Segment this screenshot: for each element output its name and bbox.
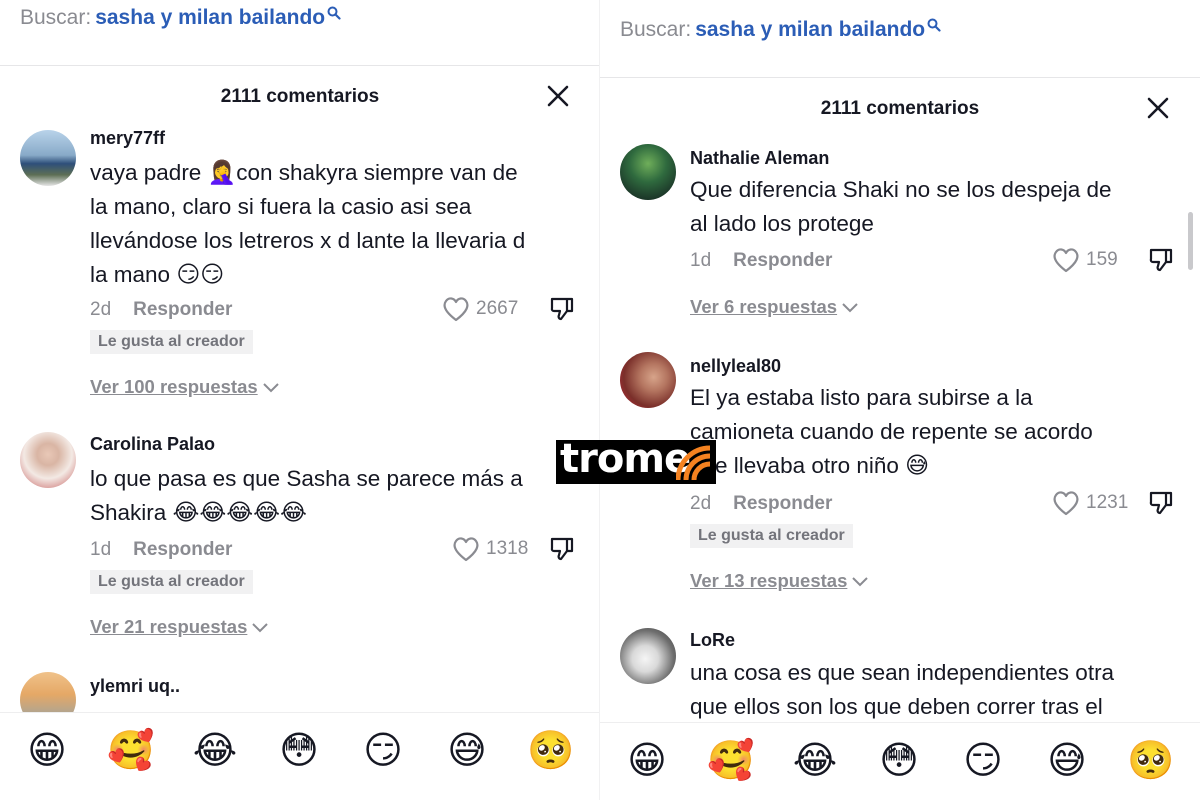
scrollbar[interactable]	[1188, 212, 1193, 270]
facepalm-emoji: 🤦‍♀️	[207, 159, 237, 185]
emoji-quick-bar: 😁 🥰 😂 😳 😏 😅 🥺	[0, 712, 600, 800]
emoji-sweat-smile[interactable]: 😅	[1041, 737, 1093, 785]
search-query[interactable]: sasha y milan bailando	[695, 18, 925, 41]
avatar[interactable]	[620, 628, 676, 684]
comment-text: lo que pasa es que Sasha se parece más a…	[90, 466, 523, 525]
comments-count: 2111 comentarios	[220, 86, 380, 107]
comment-text: Que diferencia Shaki no se los despeja d…	[690, 177, 1112, 236]
emoji-joy[interactable]: 😂	[789, 737, 841, 785]
search-query[interactable]: sasha y milan bailando	[95, 6, 325, 29]
comment-meta: 2d Responder	[90, 299, 232, 321]
reply-button[interactable]: Responder	[133, 539, 232, 560]
comment-time: 2d	[90, 299, 112, 320]
creator-liked-badge: Le gusta al creador	[690, 524, 853, 548]
like-count[interactable]: 1318	[452, 536, 528, 562]
comment-text: una cosa es que sean independientes otra…	[690, 660, 1115, 719]
avatar[interactable]	[620, 352, 676, 408]
search-icon[interactable]	[927, 18, 941, 32]
heart-icon[interactable]	[442, 296, 470, 322]
right-screenshot-pane: Buscar: sasha y milan bailando 2111 comen…	[600, 0, 1200, 800]
heart-icon[interactable]	[1052, 490, 1080, 516]
emoji-hearts[interactable]: 🥰	[105, 727, 157, 775]
emoji-grin[interactable]: 😁	[621, 737, 673, 785]
left-screenshot-pane: Buscar: sasha y milan bailando 2111 comen…	[0, 0, 600, 800]
dislike-icon[interactable]	[549, 296, 575, 322]
creator-liked-badge: Le gusta al creador	[90, 330, 253, 354]
reply-button[interactable]: Responder	[133, 299, 232, 320]
search-bar[interactable]: Buscar: sasha y milan bailando	[0, 0, 600, 66]
like-count[interactable]: 1231	[1052, 490, 1128, 516]
dislike-icon[interactable]	[1148, 490, 1174, 516]
chevron-down-icon	[852, 577, 869, 587]
search-bar[interactable]: Buscar: sasha y milan bailando	[600, 0, 1200, 78]
emoji-pleading[interactable]: 🥺	[1125, 737, 1177, 785]
comment-time: 2d	[690, 493, 712, 514]
emoji-grin[interactable]: 😁	[21, 727, 73, 775]
like-count[interactable]: 159	[1052, 247, 1118, 273]
comment-username[interactable]: Nathalie Aleman	[690, 148, 829, 169]
comments-count: 2111 comentarios	[820, 98, 980, 119]
emoji-sweat-smile[interactable]: 😅	[441, 727, 493, 775]
search-label: Buscar:	[620, 18, 692, 41]
laughing-emoji: 😂😂😂😂😂	[172, 499, 307, 525]
comment-meta: 2d Responder	[690, 493, 832, 515]
smirk-emoji: 😏😏	[176, 261, 225, 287]
like-count[interactable]: 2667	[442, 296, 518, 322]
close-icon[interactable]	[1146, 96, 1170, 120]
comments-header: 2111 comentarios	[600, 78, 1200, 138]
reply-button[interactable]: Responder	[733, 493, 832, 514]
comment-meta: 1d Responder	[690, 250, 832, 272]
trome-logo: trome	[556, 436, 716, 484]
chevron-down-icon	[842, 303, 858, 313]
comments-header: 2111 comentarios	[0, 66, 600, 126]
comment-username[interactable]: Carolina Palao	[90, 434, 215, 455]
view-replies-link[interactable]: Ver 100 respuestas	[90, 376, 280, 398]
comment-time: 1d	[90, 539, 112, 560]
avatar[interactable]	[20, 432, 76, 488]
emoji-hearts[interactable]: 🥰	[705, 737, 757, 785]
avatar[interactable]	[620, 144, 676, 200]
comment-username[interactable]: LoRe	[690, 630, 735, 651]
chevron-down-icon	[262, 383, 279, 393]
emoji-smirk[interactable]: 😏	[957, 737, 1009, 785]
dislike-icon[interactable]	[1148, 247, 1174, 273]
logo-waves-icon	[676, 445, 711, 481]
comment-text: El ya estaba listo para subirse a la cam…	[690, 385, 1093, 478]
comment-username[interactable]: mery77ff	[90, 128, 165, 149]
emoji-pleading[interactable]: 🥺	[525, 727, 577, 775]
search-icon[interactable]	[327, 6, 341, 20]
chevron-down-icon	[252, 623, 269, 633]
avatar[interactable]	[20, 130, 76, 186]
close-icon[interactable]	[546, 84, 570, 108]
heart-icon[interactable]	[452, 536, 480, 562]
emoji-joy[interactable]: 😂	[189, 727, 241, 775]
emoji-smirk[interactable]: 😏	[357, 727, 409, 775]
logo-wordmark: trome	[560, 436, 691, 482]
dislike-icon[interactable]	[549, 536, 575, 562]
heart-icon[interactable]	[1052, 247, 1080, 273]
reply-button[interactable]: Responder	[733, 250, 832, 271]
comment-time: 1d	[690, 250, 712, 271]
comment-meta: 1d Responder	[90, 539, 232, 561]
comment-username[interactable]: ylemri uq..	[90, 676, 180, 697]
comment-username[interactable]: nellyleal80	[690, 356, 781, 377]
emoji-flushed[interactable]: 😳	[873, 737, 925, 785]
creator-liked-badge: Le gusta al creador	[90, 570, 253, 594]
emoji-flushed[interactable]: 😳	[273, 727, 325, 775]
view-replies-link[interactable]: Ver 13 respuestas	[690, 570, 869, 592]
emoji-quick-bar: 😁 🥰 😂 😳 😏 😅 🥺	[600, 722, 1200, 800]
comment-text: vaya padre 🤦‍♀️con shakyra siempre van d…	[90, 159, 526, 287]
view-replies-link[interactable]: Ver 21 respuestas	[90, 616, 269, 638]
sweat-smile-emoji: 😅	[905, 452, 930, 478]
view-replies-link[interactable]: Ver 6 respuestas	[690, 296, 859, 318]
search-label: Buscar:	[20, 6, 92, 29]
